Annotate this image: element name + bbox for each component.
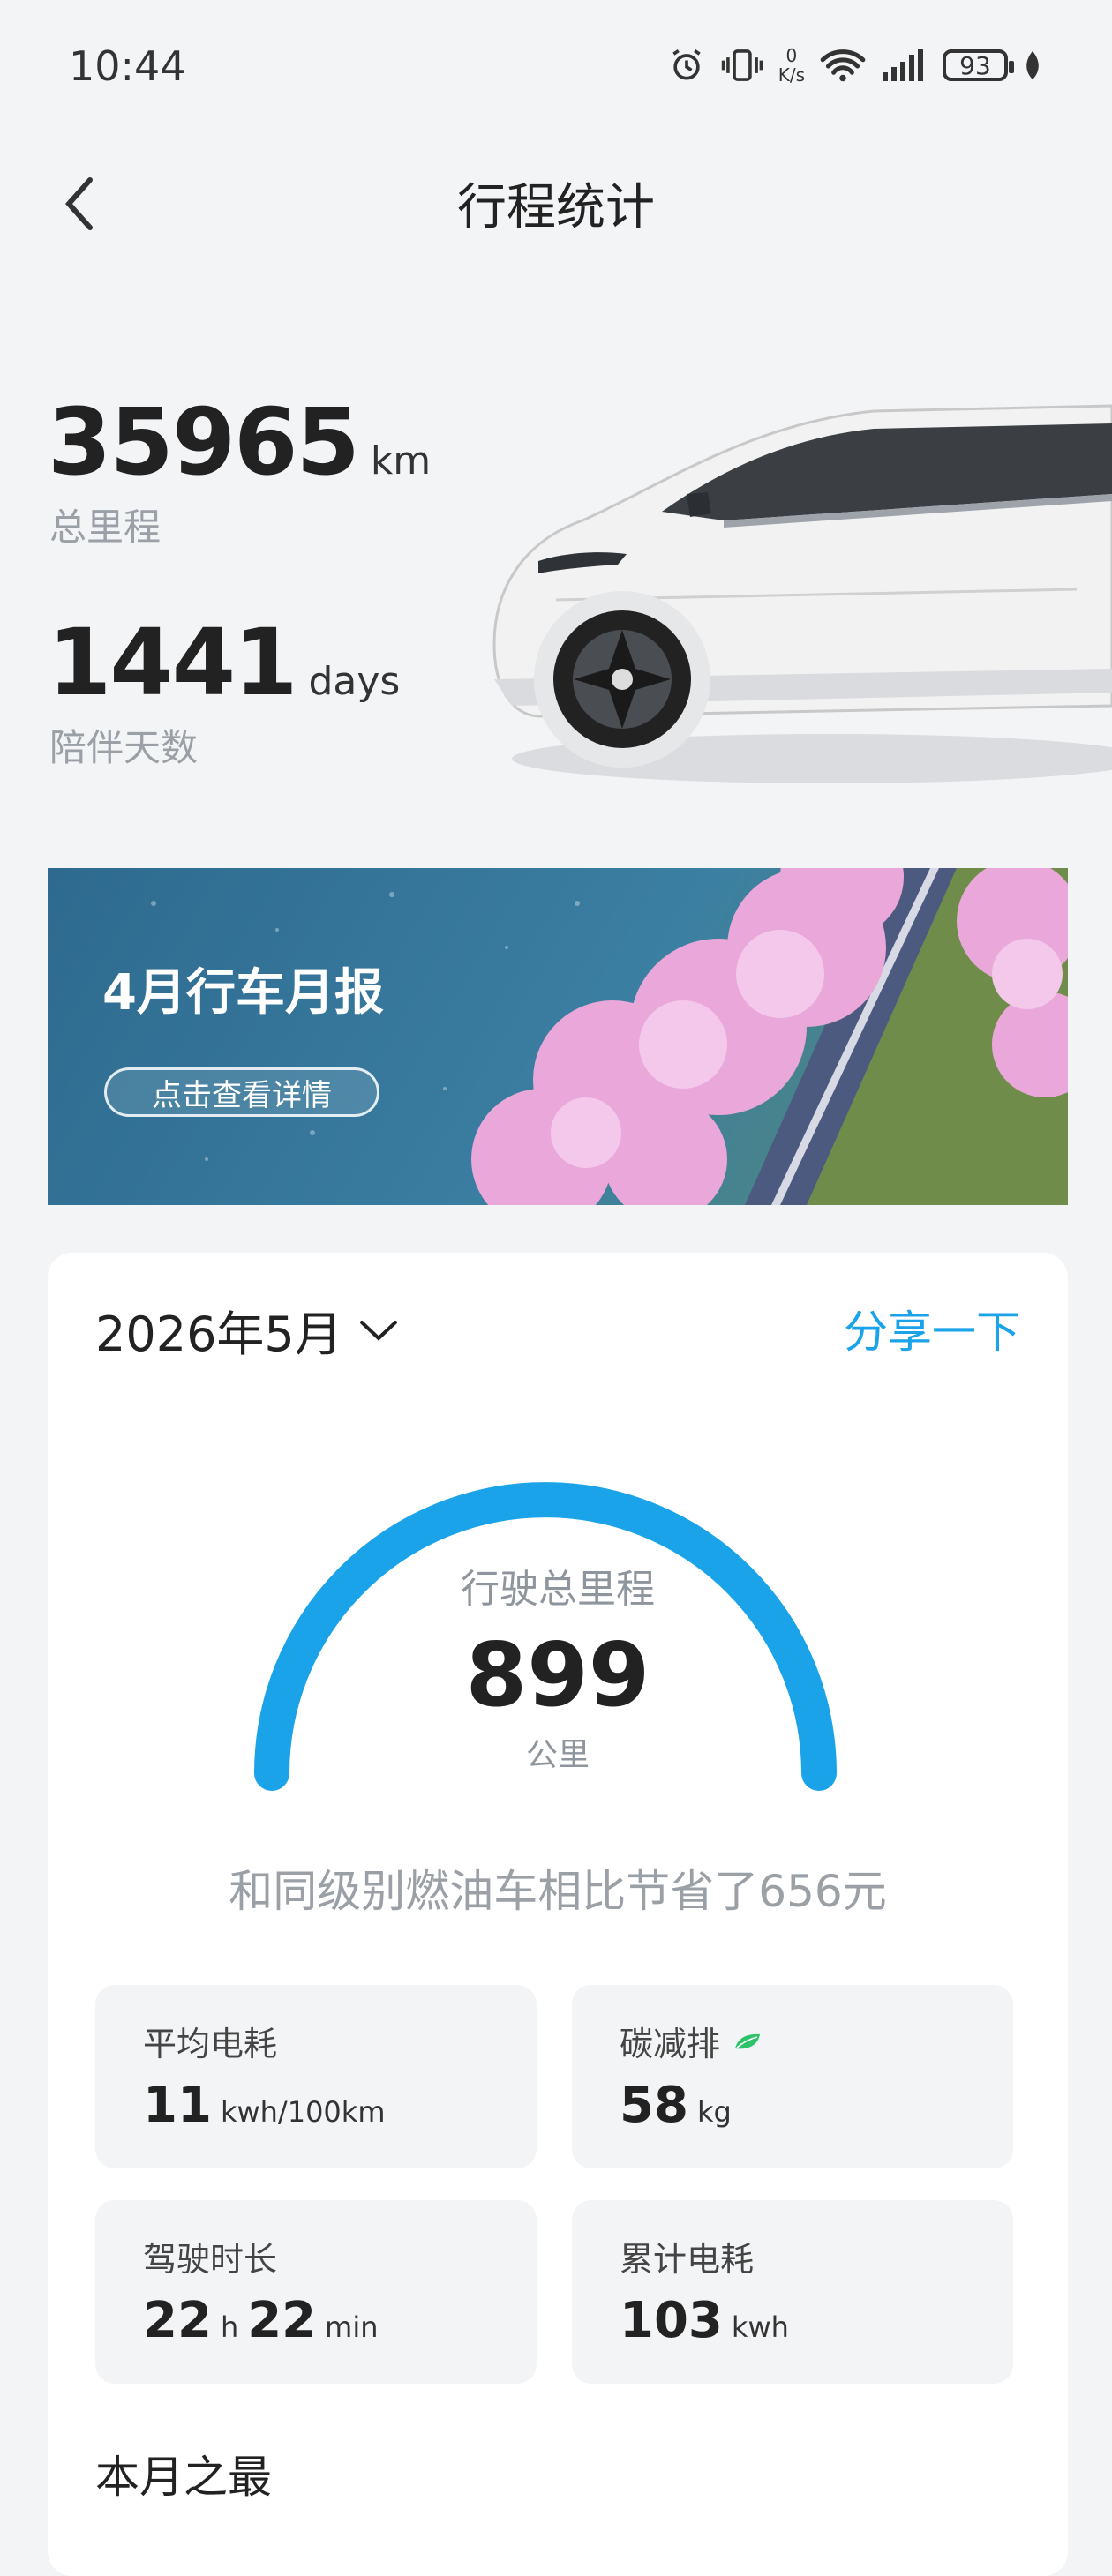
net-speed: 0 K/s <box>778 46 805 85</box>
status-time: 10:44 <box>69 42 186 90</box>
avg-consumption-tile: 平均电耗 11 kwh/100km <box>95 1985 537 2168</box>
companion-days-label: 陪伴天数 <box>49 726 199 769</box>
total-mileage-value: 35965 <box>48 388 360 496</box>
carbon-reduction-tile: 碳减排 58 kg <box>572 1985 1013 2168</box>
total-consumption-value: 103 kwh <box>620 2292 798 2349</box>
avg-consumption-label: 平均电耗 <box>143 2025 278 2063</box>
savings-text: 和同级别燃油车相比节省了656元 <box>229 1866 887 1917</box>
leaf-icon <box>735 2033 761 2048</box>
view-details-button[interactable]: 点击查看详情 <box>104 1067 379 1117</box>
car-image <box>492 404 1112 783</box>
monthly-stats-card: 2026年5月 分享一下 行驶总里程 899 公里 和同级别燃油车相比节省了65… <box>48 1253 1068 2576</box>
driving-minutes-unit: min <box>325 2310 379 2344</box>
alarm-icon <box>672 49 701 80</box>
monthly-report-banner[interactable]: 4月行车月报 点击查看详情 <box>48 868 1068 1205</box>
driving-duration-label: 驾驶时长 <box>143 2240 278 2279</box>
gauge-unit: 公里 <box>525 1737 590 1773</box>
month-selector[interactable]: 2026年5月 <box>95 1295 399 1365</box>
avg-consumption-value: 11 kwh/100km <box>143 2077 394 2134</box>
battery-level: 93 <box>959 50 991 80</box>
avg-consumption-unit: kwh/100km <box>220 2095 386 2129</box>
total-mileage-unit: km <box>370 438 432 483</box>
banner-title: 4月行车月报 <box>102 964 384 1022</box>
companion-days: 1441 days <box>48 609 400 716</box>
driving-duration-value: 22 h 22 min <box>143 2292 387 2349</box>
battery-indicator: 93 <box>943 49 1014 81</box>
status-icons: 0 K/s 93 <box>667 46 1043 85</box>
wifi-icon <box>820 49 866 82</box>
total-mileage-label: 总里程 <box>49 505 162 549</box>
net-speed-value: 0 <box>785 45 798 66</box>
total-consumption-number: 103 <box>620 2292 723 2349</box>
share-button[interactable]: 分享一下 <box>844 1297 1020 1360</box>
total-consumption-label: 累计电耗 <box>620 2240 755 2279</box>
total-mileage: 35965 km <box>48 388 431 496</box>
gauge-value: 899 <box>465 1623 650 1726</box>
signal-icon <box>883 49 923 81</box>
driving-duration-tile: 驾驶时长 22 h 22 min <box>95 2200 537 2384</box>
vibrate-icon <box>721 49 763 81</box>
leaf-status-icon <box>1026 51 1039 79</box>
chevron-down-icon <box>359 1320 397 1341</box>
avg-consumption-number: 11 <box>143 2077 212 2134</box>
companion-days-value: 1441 <box>48 609 297 716</box>
section-title-monthly-best: 本月之最 <box>95 2452 272 2503</box>
month-label: 2026年5月 <box>95 1307 342 1362</box>
net-speed-unit: K/s <box>778 64 805 86</box>
carbon-reduction-label: 碳减排 <box>620 2025 721 2063</box>
driving-hours-unit: h <box>220 2310 239 2344</box>
total-consumption-tile: 累计电耗 103 kwh <box>572 2200 1013 2384</box>
driving-minutes: 22 <box>247 2292 317 2349</box>
driving-hours: 22 <box>143 2292 212 2349</box>
total-consumption-unit: kwh <box>731 2310 789 2344</box>
carbon-reduction-header: 碳减排 <box>620 2017 763 2065</box>
gauge-label: 行驶总里程 <box>461 1567 655 1612</box>
carbon-reduction-value: 58 kg <box>620 2077 740 2134</box>
carbon-reduction-unit: kg <box>696 2095 732 2129</box>
companion-days-unit: days <box>308 659 401 704</box>
carbon-reduction-number: 58 <box>620 2077 688 2134</box>
banner-scenery <box>151 868 1068 1205</box>
page-title: 行程统计 <box>457 179 655 236</box>
